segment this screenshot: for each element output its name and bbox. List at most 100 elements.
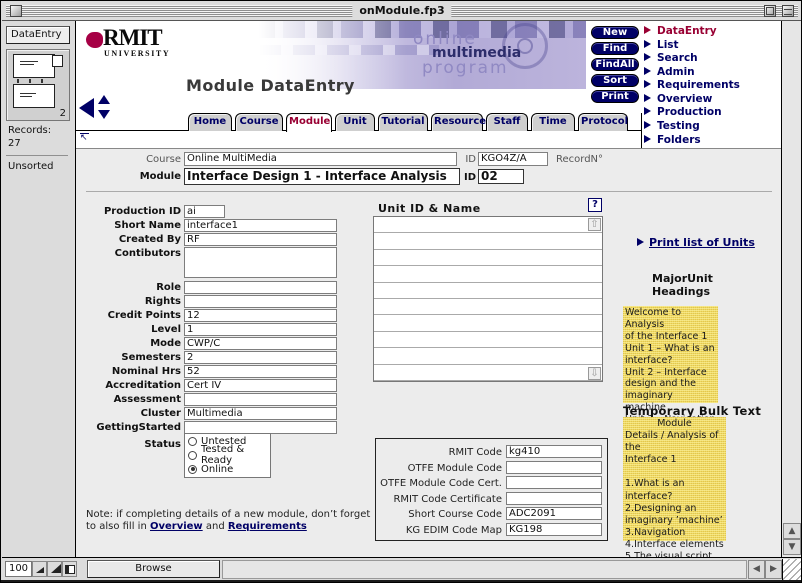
level-field[interactable]: 1: [184, 323, 337, 336]
title-bar[interactable]: onModule.fp3: [2, 1, 802, 21]
previous-record-arrow-icon[interactable]: [79, 98, 94, 118]
otfe-module-code-field[interactable]: [506, 461, 602, 474]
book-binding: [17, 79, 53, 83]
new-button[interactable]: New: [591, 26, 639, 39]
contributors-field[interactable]: [184, 247, 337, 278]
tab-module[interactable]: Module: [286, 113, 332, 132]
nav-item-requirements[interactable]: Requirements: [644, 79, 740, 92]
majorunit-headings-field[interactable]: Welcome to Analysis of the Interface 1 U…: [623, 306, 718, 403]
nav-item-folders[interactable]: Folders: [644, 134, 701, 147]
semesters-field[interactable]: 2: [184, 351, 337, 364]
book-page-top[interactable]: [13, 54, 55, 78]
created-by-field[interactable]: RF: [184, 233, 337, 246]
rmit-logo-text: RMIT: [103, 26, 162, 50]
zoom-percentage[interactable]: 100: [5, 561, 32, 577]
scrollbar-left-icon[interactable]: ◀: [748, 560, 765, 579]
assessment-field[interactable]: [184, 393, 337, 406]
nav-item-overview[interactable]: Overview: [644, 93, 712, 106]
scrollbar-up-icon[interactable]: ▲: [783, 523, 801, 539]
book-page-number: 2: [60, 108, 66, 119]
record-book-icon[interactable]: 2: [6, 49, 70, 121]
nav-item-dataentry[interactable]: DataEntry: [644, 25, 717, 38]
resize-grip-icon[interactable]: [782, 559, 802, 581]
tab-resource[interactable]: Resource: [431, 113, 483, 131]
nav-item-admin[interactable]: Admin: [644, 66, 695, 79]
scroll-down-icon[interactable]: ⇩: [588, 367, 601, 380]
kg-edim-code-map-field[interactable]: KG198: [506, 523, 602, 536]
module-id-field[interactable]: 02: [478, 169, 524, 184]
sort-button[interactable]: Sort: [591, 74, 639, 87]
tab-staff[interactable]: Staff: [486, 113, 528, 131]
nav-item-testing[interactable]: Testing: [644, 120, 700, 133]
book-page-bottom[interactable]: [13, 84, 55, 108]
zoom-box-icon[interactable]: [764, 5, 776, 17]
records-count: 27: [8, 138, 21, 149]
unit-row[interactable]: [374, 332, 602, 348]
tab-unit[interactable]: Unit: [335, 113, 375, 131]
unit-row[interactable]: [374, 266, 602, 282]
nav-label: Testing: [657, 120, 700, 132]
accreditation-field[interactable]: Cert IV: [184, 379, 337, 392]
rmit-code-certificate-field[interactable]: [506, 492, 602, 505]
radio-selected-icon: [188, 465, 197, 474]
short-name-field[interactable]: interface1: [184, 219, 337, 232]
unit-row[interactable]: [374, 233, 602, 249]
rmit-code-field[interactable]: kg410: [506, 445, 602, 458]
nav-item-list[interactable]: List: [644, 39, 679, 52]
toggle-status-area-icon[interactable]: [62, 561, 77, 577]
record-up-arrow-icon[interactable]: [98, 95, 110, 104]
windowshade-box-icon[interactable]: [782, 5, 794, 17]
short-course-code-field[interactable]: ADC2091: [506, 507, 602, 520]
unit-row[interactable]: [374, 250, 602, 266]
print-button[interactable]: Print: [591, 90, 639, 103]
tab-time[interactable]: Time: [531, 113, 575, 131]
role-field[interactable]: [184, 281, 337, 294]
tab-tutorial[interactable]: Tutorial: [378, 113, 428, 131]
zoom-in-icon[interactable]: [47, 561, 62, 577]
nav-item-production[interactable]: Production: [644, 106, 722, 119]
close-box-icon[interactable]: [10, 5, 22, 17]
scrollbar-down-icon[interactable]: ▼: [783, 539, 801, 555]
unit-row[interactable]: [374, 283, 602, 299]
scroll-to-top-icon[interactable]: ↖: [80, 133, 89, 142]
scroll-up-icon[interactable]: ⇧: [588, 218, 601, 231]
unit-row[interactable]: [374, 299, 602, 315]
print-list-of-units-link[interactable]: Print list of Units: [637, 236, 755, 249]
scrollbar-right-icon[interactable]: ▶: [765, 560, 782, 579]
mode-field[interactable]: CWP/C: [184, 337, 337, 350]
radio-icon: [188, 451, 197, 460]
findall-button[interactable]: FindAll: [591, 58, 639, 71]
course-id-field[interactable]: KGO4Z/A: [478, 152, 548, 166]
tab-course[interactable]: Course: [235, 113, 283, 131]
page-title: Module DataEntry: [186, 76, 355, 95]
course-field[interactable]: Online MultiMedia: [184, 152, 457, 166]
horizontal-scrollbar[interactable]: [222, 560, 747, 579]
rights-field[interactable]: [184, 295, 337, 308]
find-button[interactable]: Find: [591, 42, 639, 55]
zoom-out-icon[interactable]: [32, 561, 47, 577]
radio-tested-ready[interactable]: Tested & Ready: [185, 448, 270, 462]
unit-row[interactable]: [374, 217, 602, 233]
code-label: OTFE Module Code: [380, 463, 502, 474]
requirements-link[interactable]: Requirements: [228, 521, 307, 532]
unit-row[interactable]: [374, 315, 602, 331]
unit-row[interactable]: [374, 365, 602, 381]
module-field[interactable]: Interface Design 1 - Interface Analysis: [184, 168, 460, 185]
credit-points-field[interactable]: 12: [184, 309, 337, 322]
overview-link[interactable]: Overview: [150, 521, 203, 532]
record-down-arrow-icon[interactable]: [98, 110, 110, 119]
layout-popup[interactable]: DataEntry: [6, 26, 70, 44]
nominal-hrs-field[interactable]: 52: [184, 365, 337, 378]
production-id-field[interactable]: ai: [184, 205, 225, 218]
mode-popup[interactable]: Browse: [87, 560, 220, 578]
unit-row[interactable]: [374, 348, 602, 364]
tab-protocol[interactable]: Protocol: [578, 113, 628, 131]
otfe-module-code-cert-field[interactable]: [506, 476, 602, 489]
nav-item-search[interactable]: Search: [644, 52, 698, 65]
vertical-scrollbar[interactable]: ▲ ▼: [781, 21, 801, 557]
cluster-field[interactable]: Multimedia: [184, 407, 337, 420]
tab-home[interactable]: Home: [188, 113, 232, 131]
arrow-right-icon: [644, 107, 651, 115]
help-button[interactable]: ?: [588, 198, 602, 212]
temporary-bulk-text-field[interactable]: ModuleDetails / Analysis of the Interfac…: [623, 417, 726, 541]
